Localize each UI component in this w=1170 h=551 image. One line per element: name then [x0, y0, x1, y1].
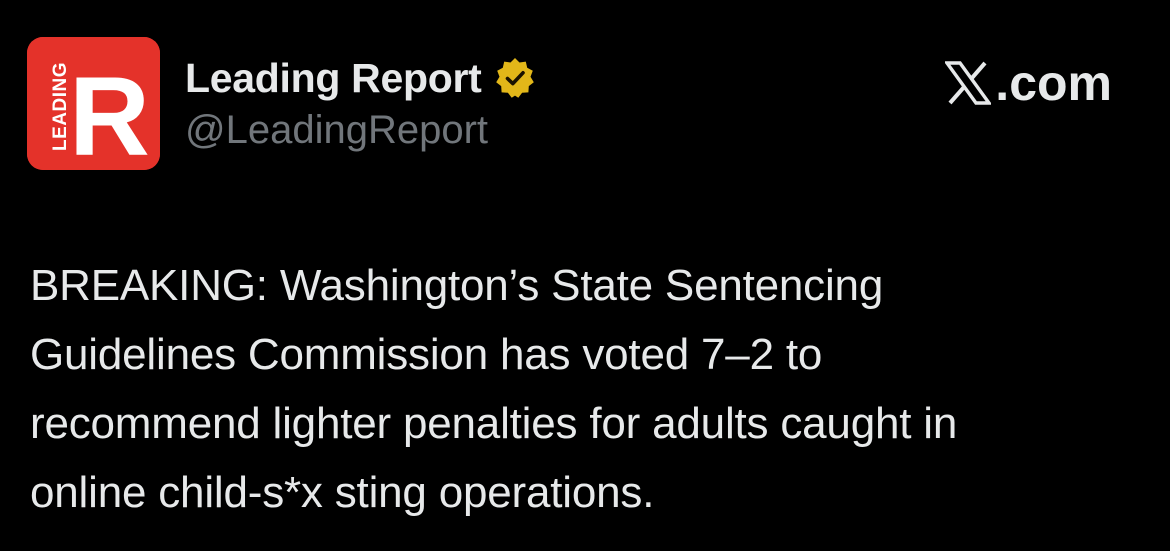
tweet-text: BREAKING: Washington’s State Sentencing …	[30, 251, 1150, 527]
avatar-letter: R	[69, 54, 150, 170]
source-brand-text: .com	[995, 55, 1112, 111]
avatar[interactable]: LEADING R	[27, 37, 160, 170]
x-logo-icon	[945, 61, 992, 105]
avatar-vertical-text: LEADING	[50, 62, 71, 151]
author-display-name[interactable]: Leading Report	[185, 55, 482, 102]
tweet-text-line: online child-s*x sting operations.	[30, 468, 655, 517]
author-name-row: Leading Report	[185, 52, 537, 104]
tweet-card: LEADING R Leading Report @LeadingReport …	[0, 0, 1170, 551]
leading-report-logo-icon: LEADING R	[27, 37, 160, 170]
tweet-text-line: Guidelines Commission has voted 7–2 to	[30, 330, 823, 379]
tweet-text-line: recommend lighter penalties for adults c…	[30, 399, 958, 448]
verified-badge-icon	[496, 58, 535, 98]
source-brand: .com	[945, 54, 1112, 112]
author-handle[interactable]: @LeadingReport	[185, 108, 488, 153]
tweet-text-line: BREAKING: Washington’s State Sentencing	[30, 261, 884, 310]
